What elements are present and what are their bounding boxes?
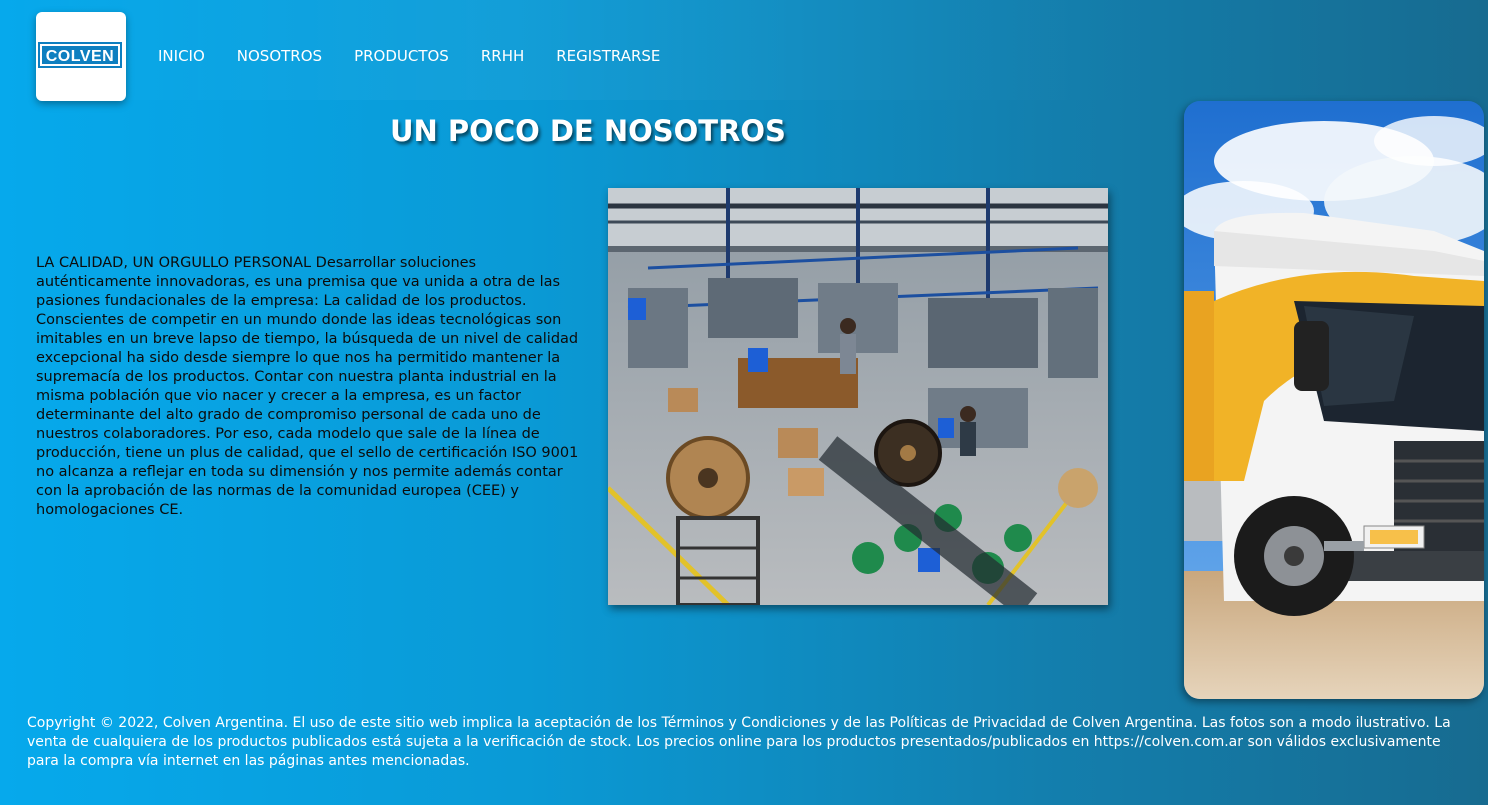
nav-rrhh[interactable]: RRHH [481,45,524,67]
main-nav: INICIO NOSOTROS PRODUCTOS RRHH REGISTRAR… [158,45,692,67]
colven-logo[interactable]: COLVEN [36,12,126,101]
footer-copyright: Copyright © 2022, Colven Argentina. El u… [27,715,1451,769]
factory-photo [608,188,1108,605]
nav-nosotros[interactable]: NOSOTROS [237,45,322,67]
nav-productos[interactable]: PRODUCTOS [354,45,449,67]
page-title: UN POCO DE NOSOTROS [390,114,786,148]
nav-inicio[interactable]: INICIO [158,45,205,67]
logo-wordmark: COLVEN [38,42,122,68]
truck-photo [1184,101,1484,699]
nav-registrarse[interactable]: REGISTRARSE [556,45,660,67]
about-paragraph: LA CALIDAD, UN ORGULLO PERSONAL Desarrol… [36,255,579,518]
site-header: COLVEN INICIO NOSOTROS PRODUCTOS RRHH RE… [0,0,1180,101]
